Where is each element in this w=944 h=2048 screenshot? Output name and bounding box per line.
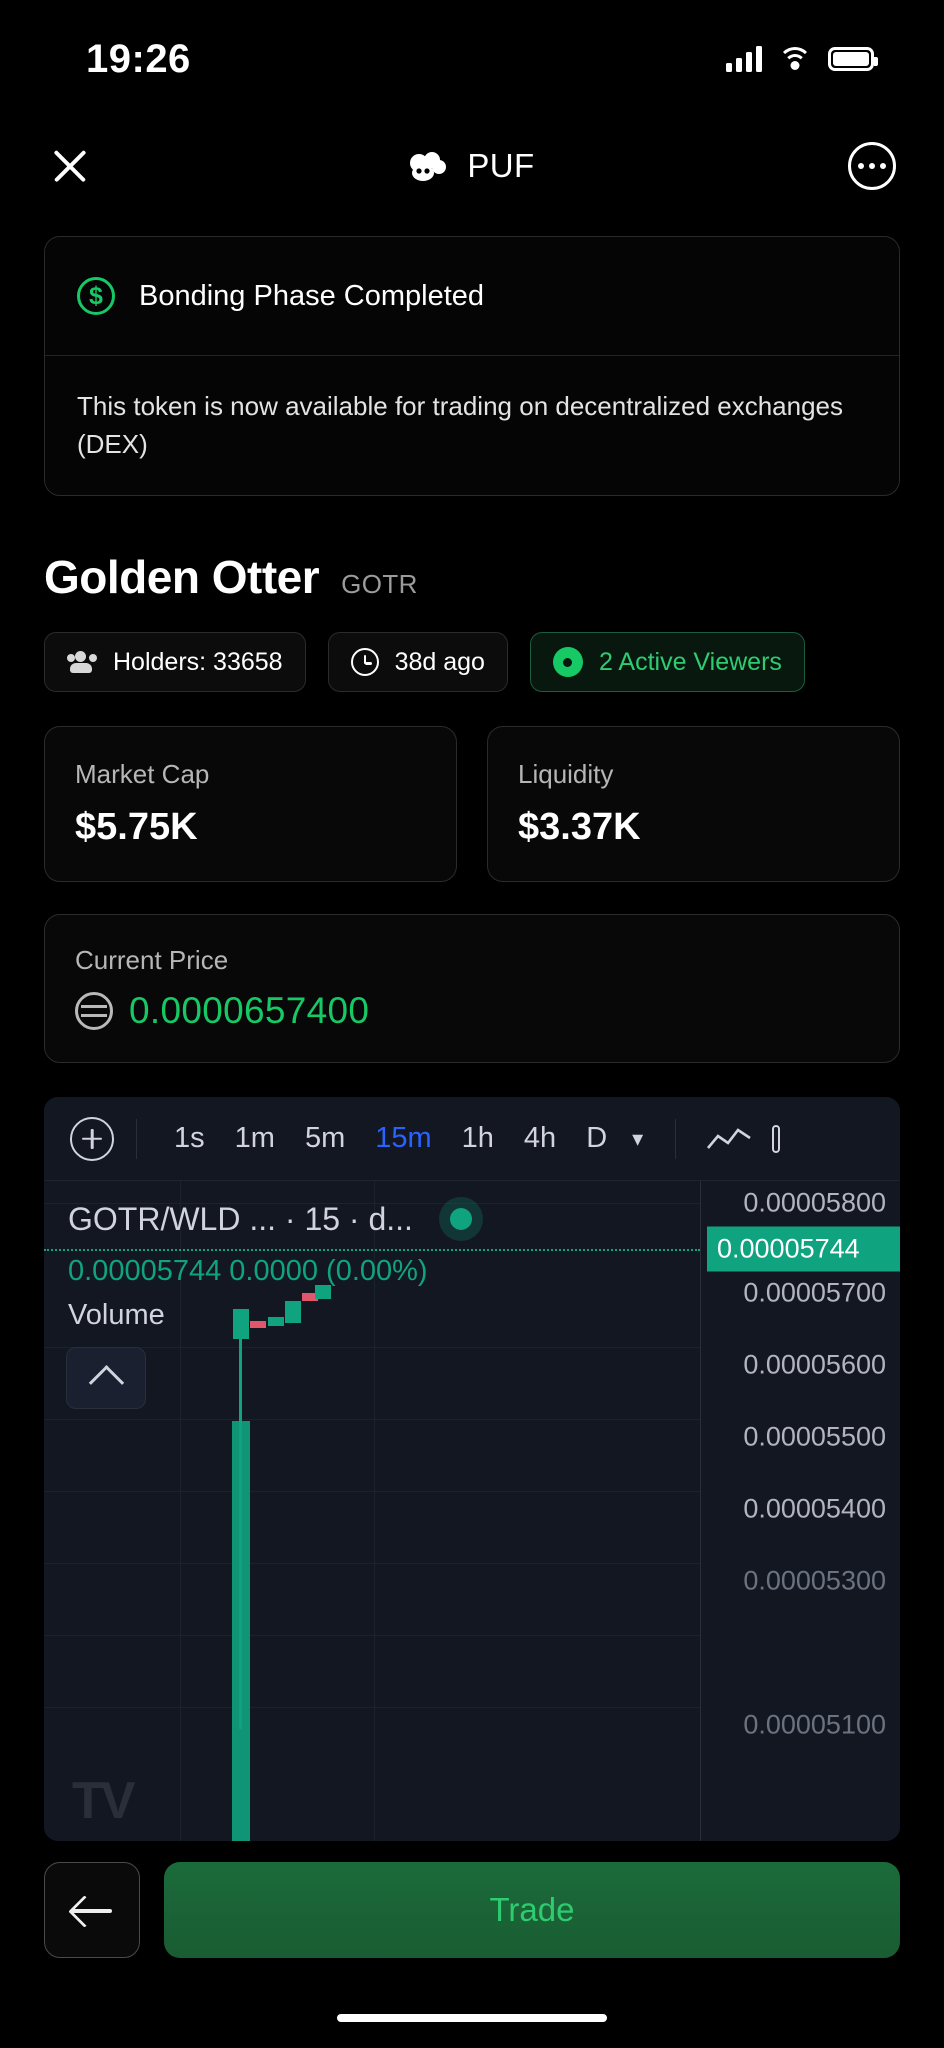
gridline [44,1347,700,1349]
timeframe-d[interactable]: D [571,1122,622,1155]
toolbar-divider [136,1118,137,1159]
gridline [44,1707,700,1709]
chart-symbol-label: GOTR/WLD ... · 15 · d... [68,1200,413,1237]
timeframe-15m[interactable]: 15m [360,1122,446,1155]
toolbar-divider-2 [675,1118,677,1159]
bonding-notice-header: $ Bonding Phase Completed [45,237,899,355]
candle-wick [239,1309,242,1730]
timeframe-1m[interactable]: 1m [220,1122,290,1155]
token-heading: Golden Otter GOTR [44,550,900,604]
chart-canvas[interactable]: GOTR/WLD ... · 15 · d... 0.00005744 0.00… [44,1181,900,1842]
chart-legend-values: 0.00005744 0.0000 (0.00%) [68,1255,483,1288]
status-time: 19:26 [86,36,191,81]
bonding-notice-body: This token is now available for trading … [45,355,899,495]
cellular-signal-icon [726,46,762,72]
dollar-circle-icon: $ [77,277,115,315]
chart-widget: 1s 1m 5m 15m 1h 4h D ▾ GOTR/WLD ... · 15… [44,1097,900,1842]
gridline [44,1491,700,1493]
gridline [44,1563,700,1565]
trade-button[interactable]: Trade [164,1862,900,1958]
plus-circle-icon[interactable] [70,1116,114,1161]
bonding-notice-card: $ Bonding Phase Completed This token is … [44,236,900,497]
gridline [44,1635,700,1637]
candle-body [268,1317,284,1327]
collapse-pane-button[interactable] [66,1347,146,1410]
badge-active-viewers[interactable]: 2 Active Viewers [529,632,805,693]
candle-body [285,1301,301,1324]
badge-age[interactable]: 38d ago [327,632,508,693]
timeframe-1h[interactable]: 1h [447,1122,509,1155]
axis-tick: 0.00005700 [743,1277,886,1308]
token-name: Golden Otter [44,551,320,604]
token-ticker: GOTR [341,569,418,600]
home-indicator [337,2014,607,2022]
timeframe-4h[interactable]: 4h [509,1122,571,1155]
tradingview-watermark: TV [72,1772,135,1831]
axis-tick: 0.00005500 [743,1421,886,1452]
chart-change-abs: 0.0000 [229,1255,318,1288]
eye-icon [552,647,583,678]
chart-plot[interactable]: GOTR/WLD ... · 15 · d... 0.00005744 0.00… [44,1181,700,1842]
stat-cards: Market Cap $5.75K Liquidity $3.37K [44,726,900,883]
people-icon [67,651,97,674]
status-bar: 19:26 [0,0,944,118]
brand: PUF [405,147,534,185]
axis-tick: 0.00005400 [743,1493,886,1524]
badge-viewers-label: 2 Active Viewers [598,647,782,676]
current-price-badge: 0.00005744 [707,1226,900,1272]
clock-icon [350,648,379,677]
wifi-icon [778,46,812,72]
status-icons [726,46,878,72]
market-cap-card: Market Cap $5.75K [44,726,457,883]
puff-cloud-icon [410,152,447,181]
back-button[interactable] [44,1862,140,1958]
candle-body [233,1309,249,1340]
nav-header: PUF [0,118,944,214]
liquidity-value: $3.37K [518,806,641,849]
back-arrow-icon [70,1888,114,1932]
app-screen: 19:26 PUF $ Bonding Phase Completed This… [0,0,944,2048]
line-chart-icon[interactable] [698,1126,760,1152]
axis-tick: 0.00005600 [743,1349,886,1380]
liquidity-card: Liquidity $3.37K [487,726,900,883]
badge-holders-label: Holders: 33658 [113,647,283,676]
volume-label: Volume [68,1299,165,1332]
axis-tick: 0.00005300 [743,1565,886,1596]
badge-holders[interactable]: Holders: 33658 [44,632,306,693]
bottom-action-bar: Trade [0,1862,944,1958]
bonding-notice-title: Bonding Phase Completed [139,279,485,312]
chart-change-pct: (0.00%) [326,1255,428,1288]
chart-toolbar: 1s 1m 5m 15m 1h 4h D ▾ [44,1097,900,1182]
current-price-label: Current Price [75,945,229,976]
live-status-icon [438,1197,483,1242]
market-cap-label: Market Cap [75,759,210,790]
brand-name: PUF [467,147,535,184]
market-cap-value: $5.75K [75,806,198,849]
current-price-card: Current Price 0.0000657400 [44,914,900,1064]
chevron-down-icon[interactable]: ▾ [622,1126,653,1152]
candle-body [250,1321,266,1329]
axis-tick: 0.00005800 [743,1187,886,1218]
axis-tick: 0.00005100 [743,1709,886,1740]
wld-coin-icon [75,992,113,1031]
liquidity-label: Liquidity [518,759,614,790]
chart-legend: GOTR/WLD ... · 15 · d... 0.00005744 0.00… [68,1197,483,1288]
current-price-value: 0.0000657400 [129,990,370,1032]
gridline [44,1419,700,1421]
more-options-icon[interactable] [847,142,896,190]
battery-icon [828,47,878,71]
indicator-icon[interactable] [760,1124,792,1153]
chart-legend-top: GOTR/WLD ... · 15 · d... [68,1197,483,1242]
chart-price-axis[interactable]: 0.00005800 0.00005744 0.00005700 0.00005… [700,1181,900,1842]
chart-last-price: 0.00005744 [68,1255,222,1288]
main-content: $ Bonding Phase Completed This token is … [0,236,944,1842]
close-icon[interactable] [48,144,92,188]
timeframe-1s[interactable]: 1s [159,1122,220,1155]
token-badges: Holders: 33658 38d ago 2 Active Viewers [44,632,900,693]
badge-age-label: 38d ago [394,647,485,676]
current-price-line: 0.0000657400 [75,990,869,1032]
timeframe-5m[interactable]: 5m [290,1122,360,1155]
